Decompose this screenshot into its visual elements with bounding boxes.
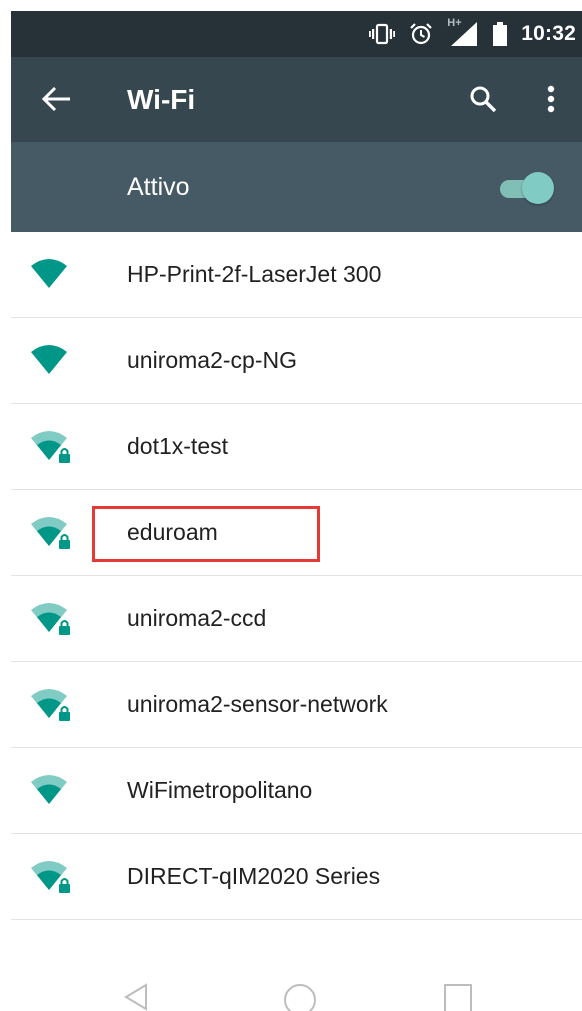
network-list: HP-Print-2f-LaserJet 300 uniroma2-cp-NG … — [11, 232, 582, 920]
network-item-uniroma2-ccd[interactable]: uniroma2-ccd — [11, 576, 582, 662]
status-bar: H+ 10:32 — [11, 11, 582, 57]
battery-icon — [493, 22, 508, 46]
search-button[interactable] — [461, 77, 505, 121]
network-name: uniroma2-ccd — [127, 605, 267, 631]
more-options-button[interactable] — [529, 77, 573, 121]
wifi-settings-screen: H+ 10:32 Wi-Fi Attivo HP-Print-2f-LaserJ… — [0, 0, 582, 1011]
wifi-toggle-switch[interactable] — [498, 172, 556, 204]
network-name: DIRECT-qIM2020 Series — [127, 863, 381, 889]
network-name: eduroam — [127, 519, 218, 545]
home-circle-icon[interactable] — [283, 983, 317, 1011]
network-name: uniroma2-sensor-network — [127, 691, 388, 717]
network-name: uniroma2-cp-NG — [127, 347, 297, 373]
network-item-uniroma2-cp-ng[interactable]: uniroma2-cp-NG — [11, 318, 582, 404]
alarm-icon — [410, 23, 433, 45]
network-item-wifimetropolitano[interactable]: WiFimetropolitano — [11, 748, 582, 834]
network-name: dot1x-test — [127, 433, 228, 459]
switch-thumb — [522, 172, 554, 204]
status-time: 10:32 — [521, 22, 576, 45]
back-button[interactable] — [35, 77, 79, 121]
wifi-signal-full-icon — [31, 259, 67, 288]
wifi-signal-icon — [31, 775, 67, 804]
wifi-lock-icon — [31, 689, 70, 721]
wifi-signal-full-icon — [31, 345, 67, 374]
network-item-direct-qim2020[interactable]: DIRECT-qIM2020 Series — [11, 834, 582, 920]
page-title: Wi-Fi — [127, 84, 196, 115]
network-item-dot1x-test[interactable]: dot1x-test — [11, 404, 582, 490]
search-icon — [470, 86, 497, 113]
vibrate-icon — [369, 23, 396, 45]
network-item-eduroam[interactable]: eduroam — [11, 490, 582, 576]
network-item-hp-print[interactable]: HP-Print-2f-LaserJet 300 — [11, 232, 582, 318]
wifi-lock-icon — [31, 603, 70, 635]
status-icons: H+ 10:32 — [369, 11, 576, 57]
wifi-lock-icon — [31, 431, 70, 463]
network-name: WiFimetropolitano — [127, 777, 313, 803]
wifi-master-switch-bar[interactable]: Attivo — [11, 142, 582, 232]
app-bar: Wi-Fi — [11, 57, 582, 142]
navigation-bar — [0, 975, 582, 1011]
wifi-lock-icon — [31, 517, 70, 549]
recents-square-icon[interactable] — [443, 983, 473, 1011]
wifi-lock-icon — [31, 861, 70, 893]
network-item-uniroma2-sensor-network[interactable]: uniroma2-sensor-network — [11, 662, 582, 748]
arrow-back-icon — [42, 86, 70, 112]
signal-indicator: H+ — [447, 17, 479, 48]
signal-icon — [451, 22, 478, 46]
master-switch-label: Attivo — [127, 173, 190, 201]
back-triangle-icon[interactable] — [124, 983, 148, 1011]
network-name: HP-Print-2f-LaserJet 300 — [127, 261, 382, 287]
more-vert-icon — [547, 85, 555, 113]
